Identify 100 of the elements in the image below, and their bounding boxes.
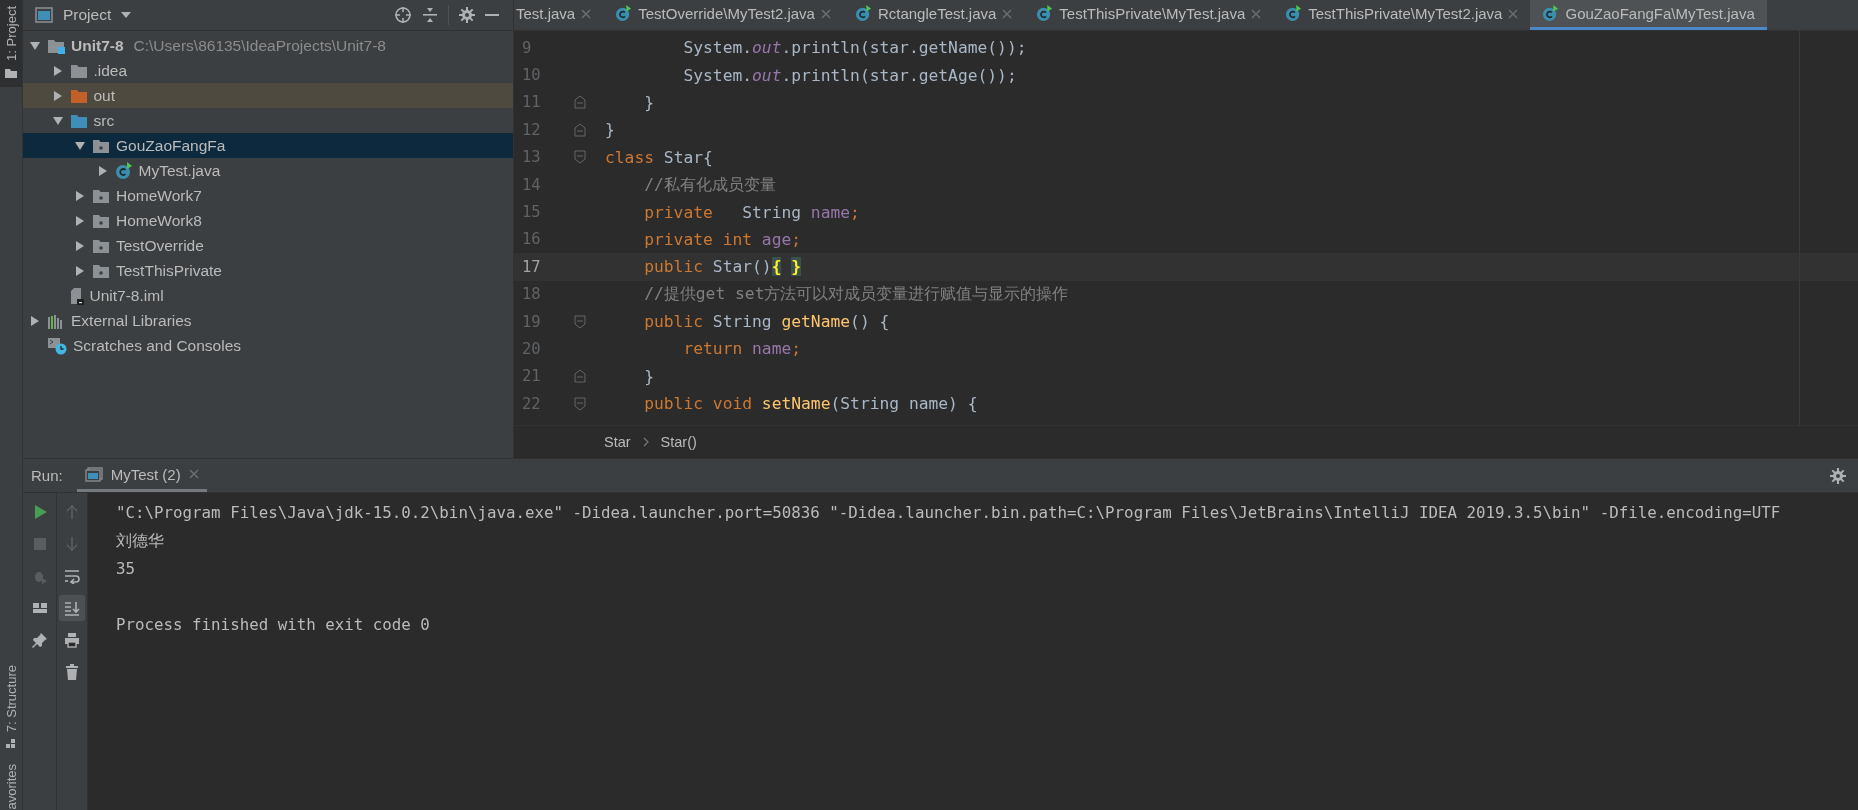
run-tab[interactable]: MyTest (2): [76, 459, 207, 492]
folder-icon: [69, 87, 88, 104]
tree-item[interactable]: GouZaoFangFa: [23, 133, 513, 158]
tree-label: Scratches and Consoles: [73, 336, 241, 355]
tree-label: MyTest.java: [138, 161, 221, 180]
code-line: }: [604, 120, 615, 140]
fold-marker-icon[interactable]: [574, 150, 586, 165]
tree-item[interactable]: Scratches and Consoles: [23, 333, 513, 358]
tree-item[interactable]: MyTest.java: [23, 158, 513, 183]
run-label: Run:: [31, 467, 63, 484]
line-number: 22: [521, 393, 542, 415]
folder-icon: [92, 262, 110, 279]
console-line: "C:\Program Files\Java\jdk-15.0.2\bin\java.exe" -Didea.launcher.port=50836 "-Didea.launcher.bin.path=C:\Program Files\JetBrains\IntelliJ IDEA 2019.3.5\bin" -Dfile.encoding=UTF: [116, 502, 1781, 524]
line-number: 19: [521, 311, 542, 333]
expand-arrow-icon[interactable]: [74, 264, 86, 277]
tool-window-tab[interactable]: 1: Project: [0, 0, 22, 87]
code-line: }: [643, 366, 654, 386]
code-line: //提供get set方法可以对成员变量进行赋值与显示的操作: [643, 283, 1069, 306]
fold-marker-icon[interactable]: [574, 122, 586, 137]
tree-item[interactable]: External Libraries: [23, 308, 513, 333]
panel-icon: [35, 7, 53, 23]
tree-item[interactable]: Unit7-8.iml: [23, 283, 513, 308]
tree-item[interactable]: Unit7-8 C:\Users\86135\IdeaProjects\Unit7-8: [23, 33, 513, 58]
fold-marker-icon[interactable]: [574, 396, 586, 411]
editor-tab[interactable]: Test.java: [514, 0, 604, 30]
expand-arrow-icon[interactable]: [29, 314, 41, 327]
scratches-icon: [47, 336, 67, 355]
code-line: private int age;: [643, 229, 802, 249]
scroll-down-icon: [64, 600, 80, 616]
printer-icon: [64, 632, 80, 648]
line-number: 12: [521, 119, 542, 141]
scroll-button[interactable]: [59, 595, 85, 621]
line-number: 16: [521, 229, 542, 251]
expand-arrow-icon[interactable]: [74, 214, 86, 227]
trash-icon: [64, 664, 80, 680]
tree-label: HomeWork8: [116, 211, 202, 230]
fold-marker-icon[interactable]: [574, 369, 586, 384]
tree-item[interactable]: out: [23, 83, 513, 108]
tree-label: External Libraries: [71, 311, 192, 330]
class-icon: [1285, 5, 1303, 22]
collapse-icon[interactable]: [422, 7, 438, 23]
expand-arrow-icon[interactable]: [51, 64, 64, 77]
code-line: class Star{: [604, 147, 713, 167]
editor-tab[interactable]: GouZaoFangFa\MyTest.java: [1530, 0, 1767, 30]
line-number: 18: [521, 284, 542, 306]
tree-label: TestOverride: [116, 236, 204, 255]
tree-item[interactable]: TestOverride: [23, 233, 513, 258]
editor-tab[interactable]: RctangleTest.java: [842, 0, 1025, 30]
expand-arrow-icon[interactable]: [51, 114, 64, 127]
fold-marker-icon[interactable]: [574, 314, 586, 329]
expand-arrow-icon[interactable]: [74, 189, 86, 202]
class-icon: [114, 161, 133, 180]
fold-marker-icon[interactable]: [574, 95, 586, 110]
folder-icon: [92, 137, 110, 154]
tree-item[interactable]: .idea: [23, 58, 513, 83]
code-line: //私有化成员变量: [643, 173, 776, 196]
breadcrumb[interactable]: Star: [604, 434, 631, 450]
structure-icon: [5, 738, 17, 751]
libraries-icon: [47, 312, 65, 329]
line-number: 10: [521, 65, 542, 87]
expand-arrow-icon[interactable]: [74, 239, 86, 252]
crosshair-icon[interactable]: [394, 6, 412, 24]
class-icon: [1542, 5, 1560, 22]
editor-tab[interactable]: TestThisPrivate\MyTest.java: [1024, 0, 1274, 30]
console-line: 35: [116, 558, 136, 580]
caret-icon[interactable]: [121, 12, 132, 18]
code-line: }: [643, 92, 654, 112]
tree-label: Unit7-8.iml: [89, 286, 164, 305]
class-icon: [854, 5, 872, 22]
expand-arrow-icon[interactable]: [96, 164, 109, 177]
chevron-icon: [642, 437, 649, 447]
console-icon: [84, 466, 103, 482]
tool-window-tab[interactable]: avorites: [0, 758, 22, 810]
line-number: 15: [521, 202, 542, 224]
arrow-down-icon: [64, 536, 80, 552]
tree-item[interactable]: HomeWork7: [23, 183, 513, 208]
expand-arrow-icon[interactable]: [74, 139, 86, 152]
code-line: return name;: [682, 339, 802, 359]
editor-tab[interactable]: TestThisPrivate\MyTest2.java: [1273, 0, 1531, 30]
line-number: 14: [521, 174, 542, 196]
line-number: 17: [521, 256, 542, 278]
layout-icon: [31, 600, 48, 616]
editor-tab[interactable]: TestOverride\MyTest2.java: [603, 0, 843, 30]
tree-label: .idea: [93, 61, 128, 80]
console-line: 刘德华: [116, 530, 164, 552]
settings-icon[interactable]: [459, 7, 475, 23]
line-number: 21: [521, 366, 542, 388]
tree-label: src: [93, 111, 115, 130]
folder-icon: [92, 212, 110, 229]
tree-item[interactable]: HomeWork8: [23, 208, 513, 233]
arrow-up-icon: [64, 504, 80, 520]
expand-arrow-icon[interactable]: [51, 89, 64, 102]
panel-title[interactable]: Project: [63, 6, 112, 24]
settings-icon[interactable]: [1830, 467, 1846, 484]
expand-arrow-icon[interactable]: [29, 39, 41, 52]
tree-item[interactable]: src: [23, 108, 513, 133]
breadcrumb[interactable]: Star(): [660, 434, 697, 450]
class-icon: [1036, 5, 1054, 22]
tree-item[interactable]: TestThisPrivate: [23, 258, 513, 283]
tool-window-tab[interactable]: 7: Structure: [0, 659, 22, 759]
